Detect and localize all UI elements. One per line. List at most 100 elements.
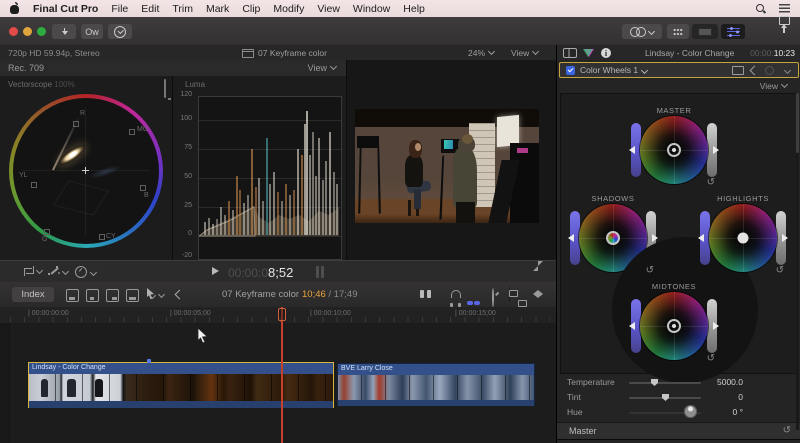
clip-bve[interactable]: BVE Larry Close: [337, 363, 535, 406]
reset-icon[interactable]: ↺: [707, 354, 715, 364]
timeline-icon: [698, 28, 712, 36]
menu-edit[interactable]: Edit: [141, 3, 159, 15]
reset-icon[interactable]: ↺: [783, 426, 791, 436]
inspector-toggle-button[interactable]: [721, 24, 745, 39]
zoom-level: 24%: [468, 48, 485, 58]
reset-icon[interactable]: ↺: [776, 266, 784, 276]
insert-edit-icon[interactable]: [86, 289, 99, 302]
chevron-down-icon[interactable]: [784, 66, 791, 73]
viewer-timecode: 00:00:08;52: [228, 265, 293, 280]
overwrite-edit-icon[interactable]: [126, 289, 139, 302]
keyframe-marker[interactable]: [147, 359, 151, 363]
minimize-button[interactable]: [23, 27, 32, 36]
slider-thumb[interactable]: [662, 394, 669, 401]
effect-row-color-wheels[interactable]: Color Wheels 1: [559, 62, 799, 78]
effect-enabled-checkbox[interactable]: [566, 66, 575, 75]
wheel-puck[interactable]: [738, 233, 749, 244]
target-label-yl: YL: [19, 172, 28, 179]
info-inspector-icon[interactable]: [601, 48, 611, 58]
hue-wheel[interactable]: [579, 204, 647, 272]
menu-help[interactable]: Help: [403, 3, 425, 15]
search-icon[interactable]: [756, 4, 765, 13]
color-wheel-shadows[interactable]: ↺: [570, 204, 656, 272]
app-toolbar: Ow: [0, 17, 800, 46]
menu-file[interactable]: File: [111, 3, 128, 15]
wheel-puck[interactable]: [606, 231, 620, 245]
param-value[interactable]: 5000.0: [683, 377, 743, 387]
viewer-view-menu[interactable]: View: [511, 48, 538, 58]
wheels-view-menu[interactable]: View: [760, 81, 787, 91]
section-label: Master: [569, 426, 597, 436]
effect-keyframe-prev-icon[interactable]: [750, 65, 760, 75]
snapping-icon[interactable]: [492, 288, 494, 307]
inspector-scrollbar[interactable]: [796, 93, 799, 430]
audio-meter-left[interactable]: [316, 266, 319, 278]
wheel-puck[interactable]: [667, 143, 681, 157]
audio-meter-right[interactable]: [321, 266, 324, 278]
effects-browser-button[interactable]: [622, 24, 662, 39]
playhead[interactable]: [281, 307, 283, 443]
color-wheel-master[interactable]: ↺: [631, 116, 717, 184]
slider-thumb[interactable]: [651, 379, 658, 386]
zoom-button[interactable]: [37, 27, 46, 36]
interview-subject: [405, 155, 423, 187]
video-frame[interactable]: [355, 109, 539, 223]
color-wheel-highlights[interactable]: ↺: [700, 204, 786, 272]
wheel-puck[interactable]: [667, 319, 681, 333]
menu-modify[interactable]: Modify: [273, 3, 304, 15]
browser-button[interactable]: [667, 24, 689, 39]
menu-trim[interactable]: Trim: [172, 3, 193, 15]
inspector-header: Lindsay - Color Change 00:00:10:23: [556, 45, 800, 61]
retime-button[interactable]: [75, 266, 96, 278]
clip-inspector-icon[interactable]: [563, 48, 577, 58]
crop-tool-button[interactable]: [24, 266, 42, 275]
menu-mark[interactable]: Mark: [206, 3, 229, 15]
effect-frame-icon[interactable]: [732, 66, 744, 75]
param-value[interactable]: 0 °: [683, 407, 743, 417]
clip-lindsay-title: Lindsay - Color Change: [29, 363, 333, 374]
play-button[interactable]: [212, 267, 219, 275]
menu-view[interactable]: View: [317, 3, 340, 15]
master-section-bar[interactable]: Master ↺: [557, 422, 800, 440]
menu-list-icon[interactable]: [779, 4, 790, 13]
menu-window[interactable]: Window: [353, 3, 390, 15]
index-button[interactable]: Index: [12, 287, 54, 302]
append-edit-icon[interactable]: [106, 289, 119, 302]
keyword-button[interactable]: Ow: [81, 24, 103, 39]
close-button[interactable]: [9, 27, 18, 36]
tool-menu[interactable]: [146, 288, 164, 300]
chevron-down-icon: [90, 268, 97, 275]
scopes-view-menu[interactable]: View: [308, 63, 336, 73]
import-button[interactable]: [52, 24, 76, 39]
keyword-label: Ow: [85, 27, 99, 37]
clip-lindsay[interactable]: Lindsay - Color Change: [28, 362, 334, 408]
hue-wheel[interactable]: [640, 116, 708, 184]
background-tasks-button[interactable]: [108, 24, 132, 39]
saturation-slider[interactable]: [707, 299, 717, 353]
effect-keyframe-icon[interactable]: [765, 66, 774, 75]
hue-wheel[interactable]: [640, 292, 708, 360]
playhead-handle[interactable]: [278, 308, 286, 321]
target-label-r: R: [80, 110, 85, 117]
reset-icon[interactable]: ↺: [646, 266, 654, 276]
param-value[interactable]: 0: [683, 392, 743, 402]
display-icon[interactable]: [164, 79, 166, 98]
color-wheel-midtones[interactable]: ↺: [631, 292, 717, 360]
viewer-header: 720p HD 59.94p, Stereo 07 Keyframe color…: [0, 45, 556, 61]
enhancements-button[interactable]: [49, 266, 68, 276]
saturation-slider[interactable]: [776, 211, 786, 265]
reset-icon[interactable]: ↺: [707, 178, 715, 188]
inspector-panel: Color Wheels 1 View MASTER ↺ SHADOWS: [556, 60, 800, 443]
color-inspector-icon[interactable]: [584, 49, 594, 57]
connect-edit-icon[interactable]: [66, 289, 79, 302]
hue-wheel[interactable]: [709, 204, 777, 272]
menu-app-name[interactable]: Final Cut Pro: [33, 3, 98, 15]
timeline-toggle-button[interactable]: [692, 24, 718, 39]
apple-icon[interactable]: [10, 3, 20, 14]
menu-clip[interactable]: Clip: [242, 3, 260, 15]
back-icon[interactable]: [175, 290, 185, 300]
zoom-menu[interactable]: 24%: [468, 48, 494, 58]
saturation-slider[interactable]: [707, 123, 717, 177]
transport-bar: 00:00:08;52: [0, 260, 556, 283]
luma-title: Luma: [185, 80, 205, 89]
